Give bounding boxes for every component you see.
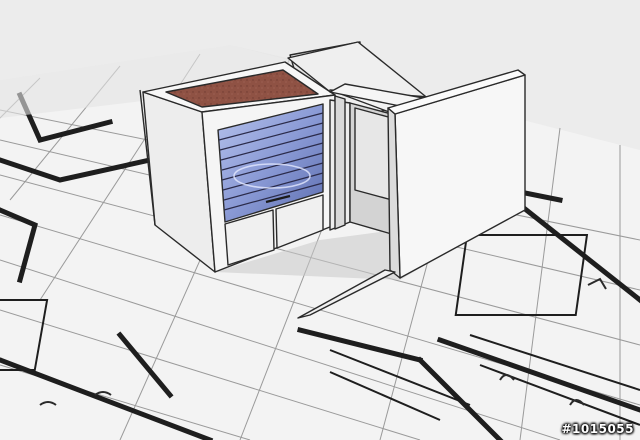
sketch-scene xyxy=(0,0,640,440)
watermark-id: #1015055 xyxy=(561,422,634,436)
